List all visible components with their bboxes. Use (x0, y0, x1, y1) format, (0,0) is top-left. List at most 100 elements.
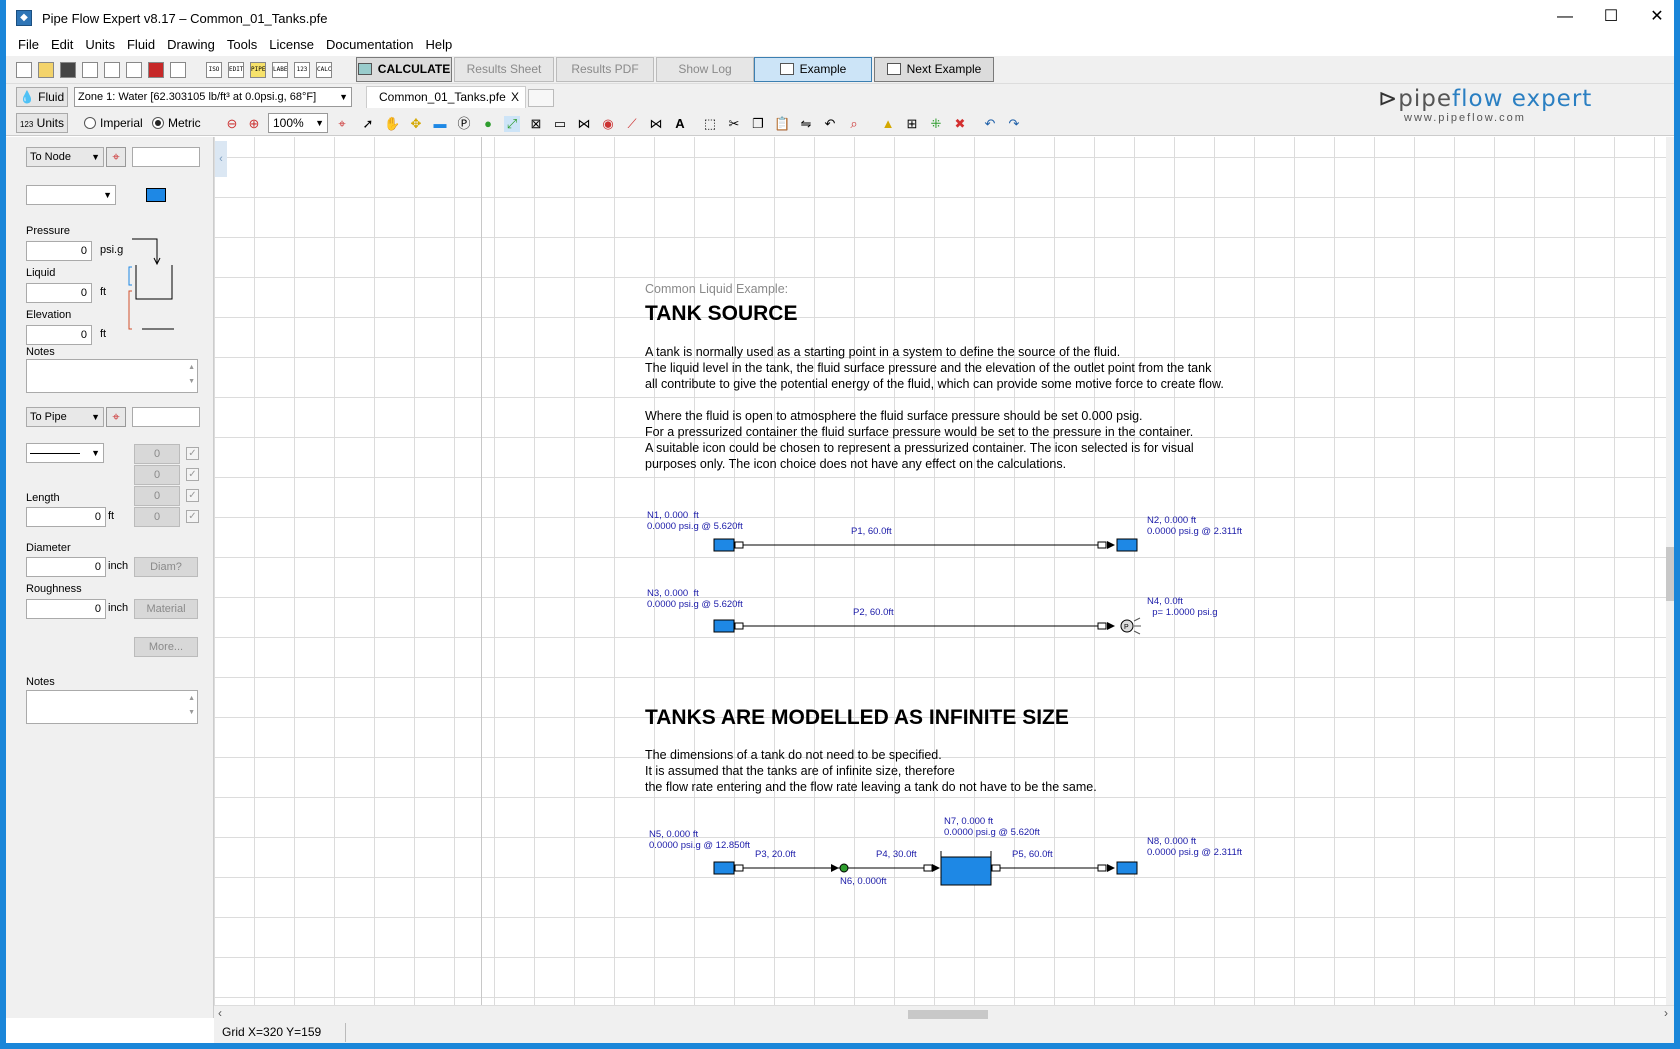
find-icon[interactable]: ⌕ (846, 116, 862, 132)
highlight-icon[interactable]: ▲ (880, 116, 896, 132)
fitting-count-valves[interactable]: 0 (134, 444, 180, 464)
paste-icon[interactable]: 📋 (774, 116, 790, 132)
menu-help[interactable]: Help (419, 34, 458, 52)
menu-documentation[interactable]: Documentation (320, 34, 419, 52)
fitting-icon[interactable]: ▭ (552, 116, 568, 132)
component-icon[interactable]: ⊠ (528, 116, 544, 132)
node-id-input[interactable] (132, 147, 200, 167)
valve-icon[interactable]: ⋈ (576, 116, 592, 132)
control-valve-icon[interactable]: ⋈ (648, 116, 664, 132)
line-icon[interactable]: ⟋ (624, 116, 640, 132)
numbering-icon[interactable]: 123 (294, 62, 310, 78)
vertical-scrollbar[interactable] (1666, 137, 1674, 1005)
more-button[interactable]: More... (134, 637, 198, 657)
vertical-scroll-thumb[interactable] (1666, 547, 1674, 601)
pipe-notes-field[interactable] (26, 690, 198, 724)
tank-tool-icon[interactable]: ▬ (432, 116, 448, 132)
tab-document[interactable]: Common_01_Tanks.pfe X (366, 86, 526, 108)
zoom-in-icon[interactable]: ⊕ (246, 116, 262, 132)
new-file-icon[interactable] (16, 62, 32, 78)
fluid-button[interactable]: 💧 Fluid (16, 87, 68, 107)
open-folder-icon[interactable] (38, 62, 54, 78)
fitting-checkbox-1[interactable]: ✓ (186, 447, 199, 460)
maximize-icon[interactable]: ☐ (1588, 0, 1634, 34)
units-button[interactable]: 123 Units (16, 113, 68, 133)
length-input[interactable]: 0 (26, 507, 106, 527)
pan-hand-icon[interactable]: ✋ (384, 116, 400, 132)
menu-edit[interactable]: Edit (45, 34, 79, 52)
join-point-icon[interactable]: ● (480, 116, 496, 132)
locate-pipe-icon[interactable]: ⌖ (106, 407, 126, 427)
distribute-icon[interactable]: ⁜ (928, 116, 944, 132)
spreadsheet-icon[interactable] (170, 62, 186, 78)
text-tool-icon[interactable]: A (672, 116, 688, 132)
results-pdf-button[interactable]: Results PDF (556, 57, 654, 82)
node-type-select[interactable]: ▼ (26, 185, 116, 205)
print-icon[interactable] (126, 62, 142, 78)
diameter-input[interactable]: 0 (26, 557, 106, 577)
to-node-select[interactable]: To Node ▼ (26, 147, 104, 167)
fluid-zone-select[interactable]: Zone 1: Water [62.303105 lb/ft³ at 0.0ps… (74, 87, 352, 107)
diam-button[interactable]: Diam? (134, 557, 198, 577)
redo-icon[interactable]: ↷ (1006, 116, 1022, 132)
material-button[interactable]: Material (134, 599, 198, 619)
pdf-icon[interactable] (148, 62, 164, 78)
email-icon[interactable] (82, 62, 98, 78)
locate-node-icon[interactable]: ⌖ (106, 147, 126, 167)
iso-icon[interactable]: ISO (206, 62, 222, 78)
fitting-checkbox-4[interactable]: ✓ (186, 510, 199, 523)
fitting-checkbox-2[interactable]: ✓ (186, 468, 199, 481)
export-icon[interactable] (104, 62, 120, 78)
horizontal-scrollbar[interactable]: ‹ › (214, 1005, 1674, 1022)
save-icon[interactable] (60, 62, 76, 78)
select-arrow-icon[interactable]: ➚ (360, 116, 376, 132)
minimize-icon[interactable]: — (1542, 0, 1588, 34)
node-notes-field[interactable] (26, 359, 198, 393)
pump-icon[interactable]: ◉ (600, 116, 616, 132)
align-icon[interactable]: ⊞ (904, 116, 920, 132)
fitting-count-components[interactable]: 0 (134, 486, 180, 506)
undo-icon[interactable]: ↶ (982, 116, 998, 132)
close-icon[interactable]: ✕ (1634, 0, 1680, 34)
menu-drawing[interactable]: Drawing (161, 34, 221, 52)
line-style-select[interactable]: ▼ (26, 443, 104, 463)
menu-units[interactable]: Units (79, 34, 121, 52)
flip-horizontal-icon[interactable]: ⇋ (798, 116, 814, 132)
example-systems-button[interactable]: Example Systems (754, 57, 872, 99)
rotate-icon[interactable]: ↶ (822, 116, 838, 132)
menu-file[interactable]: File (12, 34, 45, 52)
menu-fluid[interactable]: Fluid (121, 34, 161, 52)
next-example-button[interactable]: Next Example (874, 57, 994, 82)
fitting-count-fittings[interactable]: 0 (134, 465, 180, 485)
scroll-right-icon[interactable]: › (1664, 1006, 1668, 1020)
show-log-button[interactable]: Show Log (656, 57, 754, 82)
elevation-input[interactable]: 0 (26, 325, 92, 345)
fit-target-icon[interactable]: ⌖ (334, 116, 350, 132)
drawing-canvas[interactable] (214, 137, 1666, 1005)
move-icon[interactable]: ✥ (408, 116, 424, 132)
pressure-input[interactable]: 0 (26, 241, 92, 261)
zoom-select[interactable]: 100% ▼ (268, 113, 328, 133)
new-tab-icon[interactable] (528, 89, 554, 107)
to-pipe-select[interactable]: To Pipe ▼ (26, 407, 104, 427)
calc-icon[interactable]: CALC (316, 62, 332, 78)
pipe-icon[interactable]: PIPE (250, 62, 266, 78)
horizontal-scroll-thumb[interactable] (908, 1010, 988, 1019)
pipe-tool-icon[interactable]: ⤢ (504, 116, 520, 132)
scroll-left-icon[interactable]: ‹ (218, 1006, 222, 1020)
menu-tools[interactable]: Tools (221, 34, 263, 52)
select-rect-icon[interactable]: ⬚ (702, 116, 718, 132)
metric-radio[interactable]: Metric (152, 116, 201, 130)
fitting-checkbox-3[interactable]: ✓ (186, 489, 199, 502)
pressure-tool-icon[interactable]: Ⓟ (456, 116, 472, 132)
close-tab-icon[interactable]: X (511, 87, 519, 107)
label-icon[interactable]: LABEL (272, 62, 288, 78)
fitting-count-pumps[interactable]: 0 (134, 507, 180, 527)
edit-icon[interactable]: EDIT (228, 62, 244, 78)
liquid-input[interactable]: 0 (26, 283, 92, 303)
collapse-panel-icon[interactable]: ‹ (215, 141, 227, 177)
delete-icon[interactable]: ✖ (952, 116, 968, 132)
imperial-radio[interactable]: Imperial (84, 116, 143, 130)
pipe-id-input[interactable] (132, 407, 200, 427)
cut-icon[interactable]: ✂ (726, 116, 742, 132)
